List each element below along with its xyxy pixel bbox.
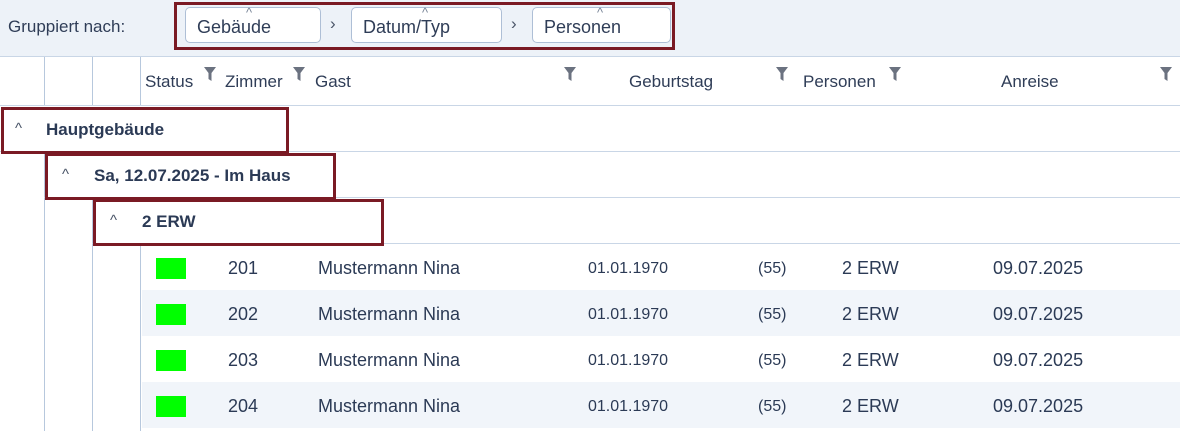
cell-zimmer: 202 [228,304,259,324]
group-chip-gebaeude[interactable]: ^ Gebäude [185,5,321,43]
cell-geburtstag: 01.01.1970 [588,398,669,415]
column-header-personen[interactable]: Personen [803,72,876,92]
cell-personen: 2 ERW [842,258,899,278]
table-row[interactable]: 203 Mustermann Nina 01.01.1970 (55) 2 ER… [142,336,1180,382]
group-chip-label: Personen [544,17,622,37]
filter-icon[interactable] [564,67,576,81]
status-indicator [156,304,186,325]
group-chip-label: Gebäude [197,17,272,37]
group-header-personen[interactable]: 2 ERW [142,212,196,232]
sort-caret-icon[interactable]: ^ [597,5,603,20]
group-header-datum[interactable]: Sa, 12.07.2025 - Im Haus [94,166,291,186]
cell-alter: (55) [758,260,787,277]
indent-divider [44,57,45,105]
status-indicator [156,396,186,417]
cell-anreise: 09.07.2025 [993,396,1084,416]
cell-geburtstag: 01.01.1970 [588,352,669,369]
group-header-gebaeude[interactable]: Hauptgebäude [46,120,164,140]
status-indicator [156,258,186,279]
sort-caret-icon[interactable]: ^ [246,5,252,20]
group-chip-personen[interactable]: ^ Personen [532,5,671,43]
indent-divider [140,244,141,431]
sort-caret-icon[interactable]: ^ [422,5,428,20]
cell-geburtstag: 01.01.1970 [588,306,669,323]
cell-anreise: 09.07.2025 [993,350,1084,370]
cell-anreise: 09.07.2025 [993,258,1084,278]
filter-icon[interactable] [293,67,305,81]
cell-gast: Mustermann Nina [318,350,461,370]
cell-gast: Mustermann Nina [318,396,461,416]
filter-icon[interactable] [889,67,901,81]
column-header-geburtstag[interactable]: Geburtstag [629,72,713,92]
table-row[interactable]: 201 Mustermann Nina 01.01.1970 (55) 2 ER… [142,244,1180,290]
filter-icon[interactable] [776,67,788,81]
column-header-status[interactable]: Status [145,72,193,92]
cell-zimmer: 203 [228,350,259,370]
chevron-right-icon: › [330,14,336,33]
cell-alter: (55) [758,398,787,415]
table-row[interactable]: 202 Mustermann Nina 01.01.1970 (55) 2 ER… [142,290,1180,336]
cell-gast: Mustermann Nina [318,258,461,278]
filter-icon[interactable] [1160,67,1172,81]
cell-alter: (55) [758,352,787,369]
cell-zimmer: 201 [228,258,259,278]
cell-gast: Mustermann Nina [318,304,461,324]
cell-personen: 2 ERW [842,304,899,324]
status-indicator [156,350,186,371]
column-header-zimmer[interactable]: Zimmer [225,72,283,92]
cell-personen: 2 ERW [842,350,899,370]
chevron-right-icon: › [511,14,517,33]
cell-zimmer: 204 [228,396,259,416]
cell-geburtstag: 01.01.1970 [588,260,669,277]
cell-alter: (55) [758,306,787,323]
filter-icon[interactable] [204,67,216,81]
column-header-gast[interactable]: Gast [315,72,351,92]
collapse-chevron-icon[interactable]: ^ [62,166,69,183]
grid-header: Status Zimmer Gast Geburtstag Personen A… [0,57,1180,106]
indent-divider [140,57,141,105]
indent-divider [92,57,93,105]
group-chip-label: Datum/Typ [363,17,451,37]
cell-personen: 2 ERW [842,396,899,416]
group-by-label: Gruppiert nach: [8,17,126,36]
collapse-chevron-icon[interactable]: ^ [110,212,117,229]
group-highlight-level3 [93,199,384,246]
column-header-anreise[interactable]: Anreise [1001,72,1059,92]
group-by-bar: Gruppiert nach: ^ Gebäude › ^ Datum/Typ … [0,0,1180,57]
group-chip-datum-typ[interactable]: ^ Datum/Typ [351,5,502,43]
table-row[interactable]: 204 Mustermann Nina 01.01.1970 (55) 2 ER… [142,382,1180,428]
cell-anreise: 09.07.2025 [993,304,1084,324]
collapse-chevron-icon[interactable]: ^ [15,120,22,137]
